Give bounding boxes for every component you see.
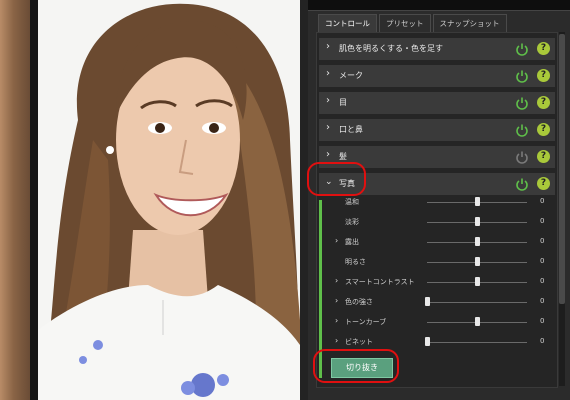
section-label: 肌色を明るくする・色を足す bbox=[339, 44, 443, 53]
slider-row-exposure: › 露出 0 bbox=[335, 233, 551, 251]
slider-row-brightness: 明るさ 0 bbox=[335, 253, 551, 271]
slider-thumb[interactable] bbox=[425, 297, 430, 306]
help-icon[interactable]: ? bbox=[537, 69, 550, 82]
power-icon[interactable] bbox=[515, 177, 529, 191]
slider-label: 淡彩 bbox=[345, 218, 359, 226]
power-icon[interactable] bbox=[515, 150, 529, 164]
chevron-right-icon: › bbox=[326, 149, 330, 160]
slider-label: トーンカーブ bbox=[345, 318, 387, 326]
slider-row-warmth: 温和 0 bbox=[335, 193, 551, 211]
section-label: 目 bbox=[339, 98, 347, 107]
portrait-photo bbox=[38, 0, 300, 400]
chevron-right-icon: › bbox=[326, 95, 330, 106]
chevron-right-icon[interactable]: › bbox=[335, 336, 338, 345]
slider-label: スマートコントラスト bbox=[345, 278, 415, 286]
slider-thumb[interactable] bbox=[475, 257, 480, 266]
panel-top-bar bbox=[308, 0, 570, 11]
slider-value: 0 bbox=[540, 197, 545, 205]
slider-label: 露出 bbox=[345, 238, 359, 246]
slider-value: 0 bbox=[540, 317, 545, 325]
slider-track[interactable] bbox=[427, 302, 527, 303]
panel-scrollbar[interactable] bbox=[559, 32, 565, 386]
scrollbar-thumb[interactable] bbox=[559, 34, 565, 304]
slider-thumb[interactable] bbox=[475, 237, 480, 246]
slider-row-tint: 淡彩 0 bbox=[335, 213, 551, 231]
slider-label: 明るさ bbox=[345, 258, 366, 266]
panel-gap bbox=[300, 0, 308, 400]
slider-label: 色の強さ bbox=[345, 298, 373, 306]
chevron-right-icon[interactable]: › bbox=[335, 236, 338, 245]
controls-list: › 肌色を明るくする・色を足す ? › メーク ? › 目 ? › 口と鼻 ? … bbox=[316, 32, 558, 388]
slider-thumb[interactable] bbox=[475, 217, 480, 226]
power-icon[interactable] bbox=[515, 96, 529, 110]
section-mouth-nose[interactable]: › 口と鼻 ? bbox=[319, 119, 555, 141]
chevron-right-icon[interactable]: › bbox=[335, 316, 338, 325]
slider-thumb[interactable] bbox=[475, 317, 480, 326]
section-makeup[interactable]: › メーク ? bbox=[319, 65, 555, 87]
slider-track[interactable] bbox=[427, 342, 527, 343]
portrait-illustration bbox=[38, 3, 300, 400]
chevron-right-icon: › bbox=[326, 41, 330, 52]
slider-row-smart-contrast: › スマートコントラスト 0 bbox=[335, 273, 551, 291]
help-icon[interactable]: ? bbox=[537, 96, 550, 109]
help-icon[interactable]: ? bbox=[537, 123, 550, 136]
tab-presets[interactable]: プリセット bbox=[379, 14, 431, 32]
annotation-circle-crop-button bbox=[313, 349, 399, 383]
chevron-right-icon: › bbox=[326, 68, 330, 79]
chevron-right-icon: › bbox=[326, 122, 330, 133]
section-skin-tone[interactable]: › 肌色を明るくする・色を足す ? bbox=[319, 38, 555, 60]
section-label: 口と鼻 bbox=[339, 125, 363, 134]
slider-value: 0 bbox=[540, 277, 545, 285]
annotation-circle-photo-section bbox=[307, 162, 366, 196]
help-icon[interactable]: ? bbox=[537, 177, 550, 190]
chevron-right-icon[interactable]: › bbox=[335, 276, 338, 285]
power-icon[interactable] bbox=[515, 42, 529, 56]
slider-value: 0 bbox=[540, 237, 545, 245]
tab-control[interactable]: コントロール bbox=[318, 14, 377, 32]
slider-row-tone-curve: › トーンカーブ 0 bbox=[335, 313, 551, 331]
section-eyes[interactable]: › 目 ? bbox=[319, 92, 555, 114]
power-icon[interactable] bbox=[515, 69, 529, 83]
slider-thumb[interactable] bbox=[475, 197, 480, 206]
slider-label: 温和 bbox=[345, 198, 359, 206]
tab-snapshots[interactable]: スナップショット bbox=[432, 14, 507, 32]
slider-value: 0 bbox=[540, 297, 545, 305]
photo-edge-strip bbox=[0, 0, 30, 400]
section-label: 髪 bbox=[339, 152, 347, 161]
help-icon[interactable]: ? bbox=[537, 42, 550, 55]
power-icon[interactable] bbox=[515, 123, 529, 137]
section-label: メーク bbox=[339, 71, 363, 80]
slider-thumb[interactable] bbox=[475, 277, 480, 286]
help-icon[interactable]: ? bbox=[537, 150, 550, 163]
slider-value: 0 bbox=[540, 257, 545, 265]
slider-value: 0 bbox=[540, 217, 545, 225]
slider-thumb[interactable] bbox=[425, 337, 430, 346]
adjustment-panel: コントロール プリセット スナップショット › 肌色を明るくする・色を足す ? … bbox=[308, 0, 570, 400]
panel-tabs: コントロール プリセット スナップショット bbox=[318, 14, 509, 32]
slider-value: 0 bbox=[540, 337, 545, 345]
photo-divider bbox=[30, 0, 38, 400]
slider-row-color-strength: › 色の強さ 0 bbox=[335, 293, 551, 311]
chevron-right-icon[interactable]: › bbox=[335, 296, 338, 305]
slider-label: ビネット bbox=[345, 338, 373, 346]
